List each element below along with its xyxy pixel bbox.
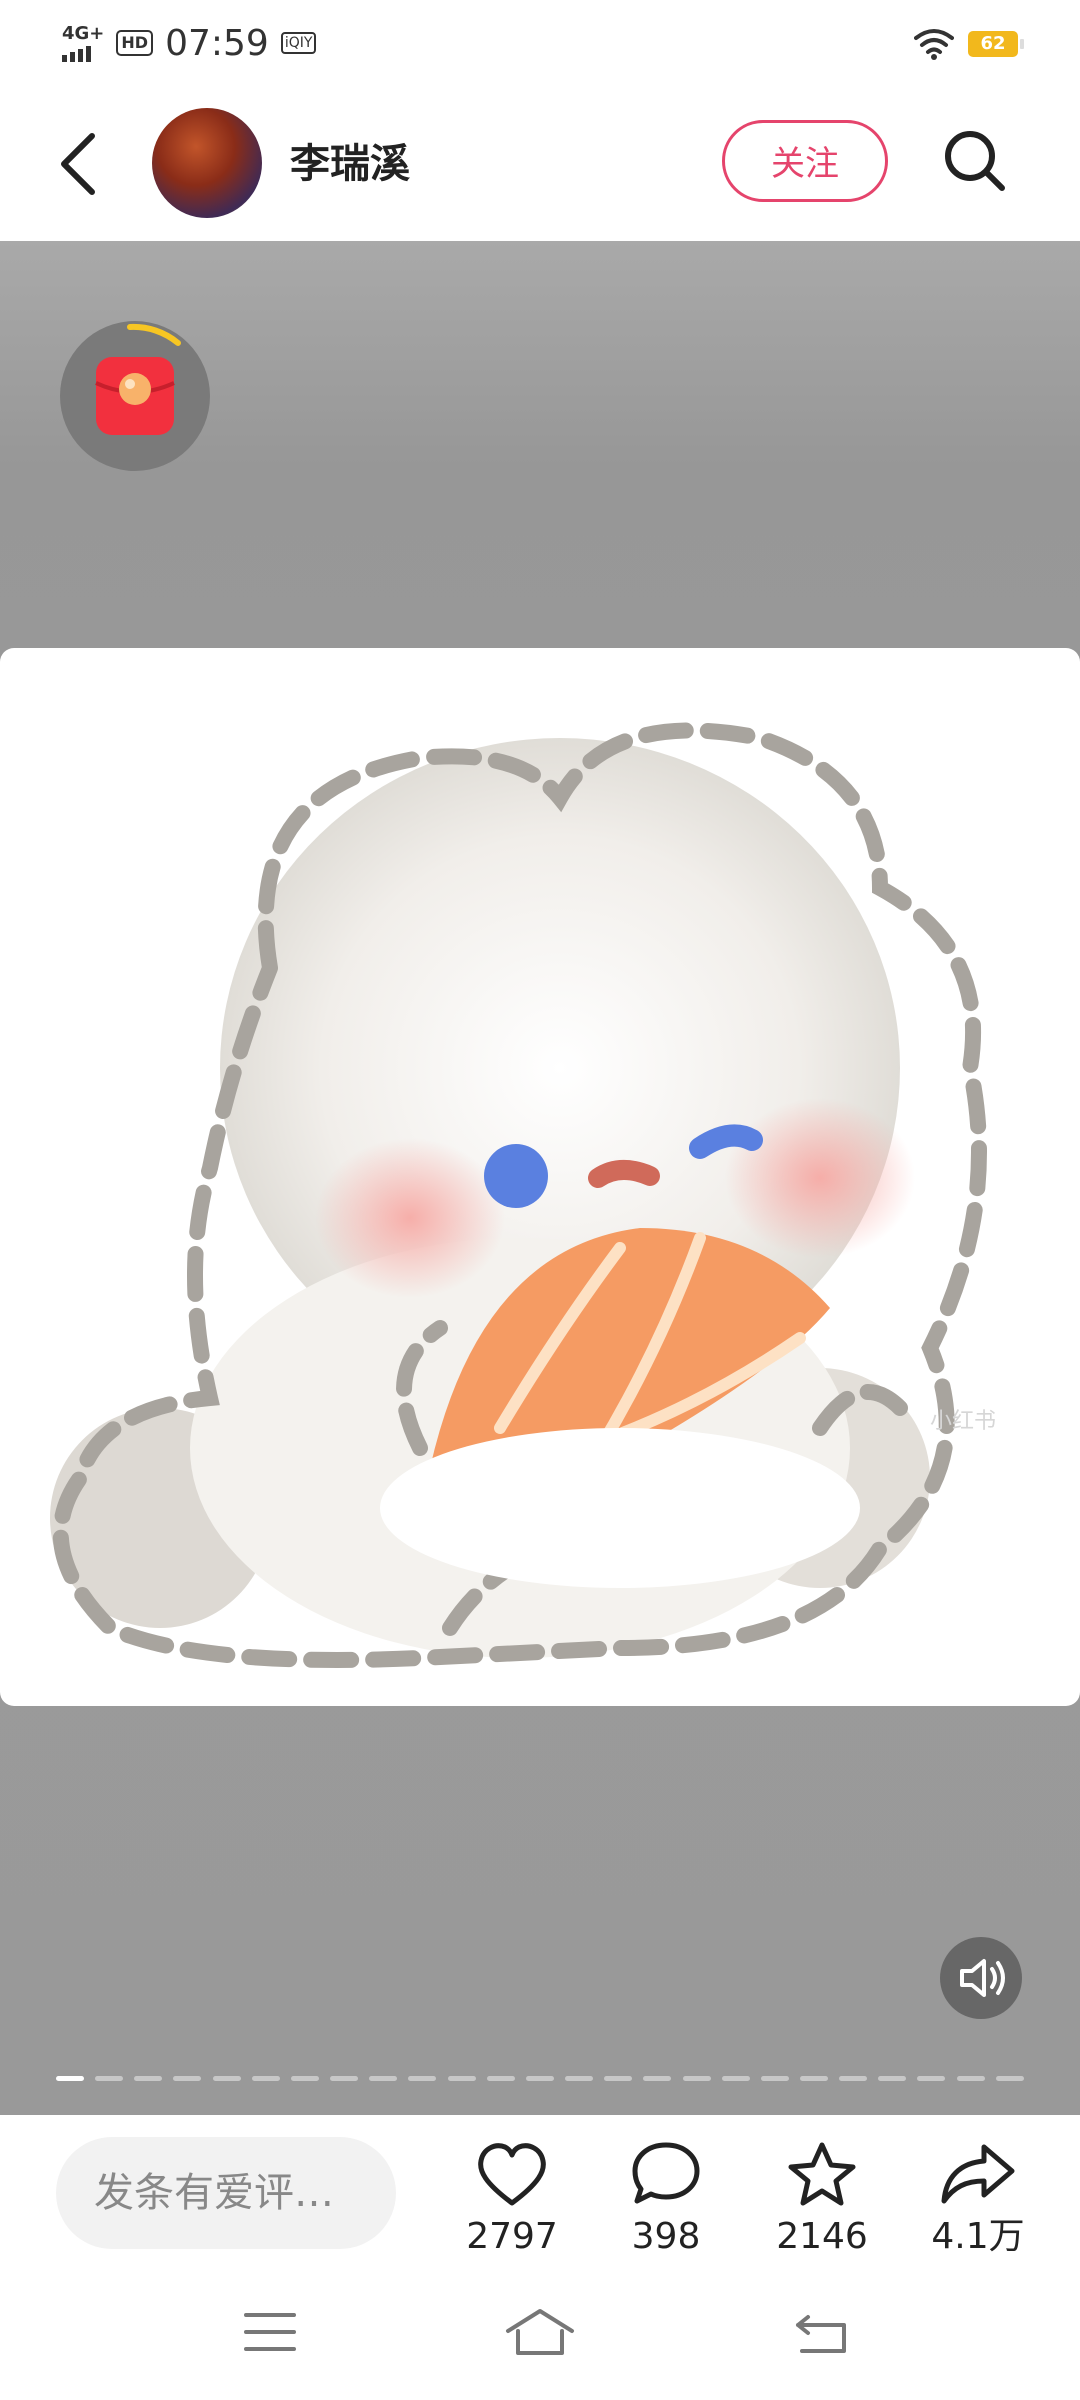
comment-input[interactable]: 发条有爱评…	[56, 2137, 396, 2249]
back-button[interactable]	[52, 124, 112, 204]
media-viewer[interactable]: 小红书	[0, 241, 1080, 2115]
menu-icon[interactable]	[242, 2307, 298, 2357]
page-dot	[330, 2076, 359, 2081]
action-bar: 发条有爱评… 2797 398 2146 4.1万	[0, 2115, 1080, 2285]
share-button[interactable]: 4.1万	[908, 2139, 1048, 2259]
watermark-logo: 小红书	[930, 1409, 996, 1434]
comment-bubble-icon	[632, 2142, 700, 2204]
star-icon	[788, 2142, 856, 2206]
heart-icon	[478, 2143, 546, 2206]
page-dot	[721, 2076, 750, 2081]
page-dot	[95, 2076, 124, 2081]
page-dot	[565, 2076, 594, 2081]
red-packet-icon	[95, 323, 181, 435]
note-header: 李瑞溪 关注	[0, 86, 1080, 241]
page-dot	[212, 2076, 241, 2081]
page-indicator	[56, 2076, 1024, 2082]
search-icon	[945, 131, 1005, 191]
page-dot	[369, 2076, 398, 2081]
bunny-illustration: 小红书	[50, 722, 996, 1668]
signal-icon: 4G+	[62, 22, 105, 62]
comment-button[interactable]: 398	[596, 2139, 736, 2259]
wifi-icon	[914, 29, 954, 60]
page-dot	[251, 2076, 280, 2081]
share-arrow-icon	[941, 2144, 1015, 2204]
red-packet-button[interactable]	[60, 321, 210, 471]
page-dot	[408, 2076, 437, 2081]
page-dot	[290, 2076, 319, 2081]
like-button[interactable]: 2797	[442, 2139, 582, 2259]
page-dot	[760, 2076, 789, 2081]
page-dot	[682, 2076, 711, 2081]
page-dot	[799, 2076, 828, 2081]
page-dot	[839, 2076, 868, 2081]
page-dot	[56, 2076, 84, 2081]
clock: 07:59	[165, 22, 269, 64]
battery-indicator: 62	[968, 31, 1024, 57]
status-right: 62	[914, 24, 1024, 64]
follow-button[interactable]: 关注	[722, 120, 888, 202]
page-dot	[956, 2076, 985, 2081]
system-nav-bar	[0, 2285, 1080, 2400]
favorite-button[interactable]: 2146	[752, 2139, 892, 2259]
back-arrow-icon	[61, 133, 95, 195]
note-image[interactable]: 小红书	[0, 648, 1080, 1706]
page-dot	[643, 2076, 672, 2081]
page-dot	[995, 2076, 1024, 2081]
mute-speaker-icon	[960, 1959, 1005, 1997]
page-dot	[604, 2076, 633, 2081]
page-dot	[878, 2076, 907, 2081]
comment-count: 398	[631, 2216, 701, 2257]
favorite-count: 2146	[776, 2216, 868, 2257]
page-dot	[486, 2076, 515, 2081]
status-left: 4G+ HD 07:59 iQIY	[62, 18, 317, 68]
page-dot	[525, 2076, 554, 2081]
avatar[interactable]	[152, 108, 262, 218]
network-label: 4G+	[62, 22, 105, 44]
home-icon[interactable]	[504, 2305, 576, 2359]
search-button[interactable]	[940, 126, 1010, 196]
status-bar: 4G+ HD 07:59 iQIY 62	[0, 0, 1080, 86]
author-name[interactable]: 李瑞溪	[290, 136, 410, 192]
page-dot	[173, 2076, 202, 2081]
page-dot	[917, 2076, 946, 2081]
like-count: 2797	[466, 2216, 558, 2257]
hd-badge: HD	[116, 30, 154, 56]
back-nav-icon[interactable]	[792, 2307, 852, 2357]
mute-button[interactable]	[940, 1937, 1022, 2019]
page-dot	[134, 2076, 163, 2081]
page-dot	[447, 2076, 476, 2081]
app-notification-icon: iQIY	[280, 32, 317, 54]
share-count: 4.1万	[931, 2216, 1025, 2257]
